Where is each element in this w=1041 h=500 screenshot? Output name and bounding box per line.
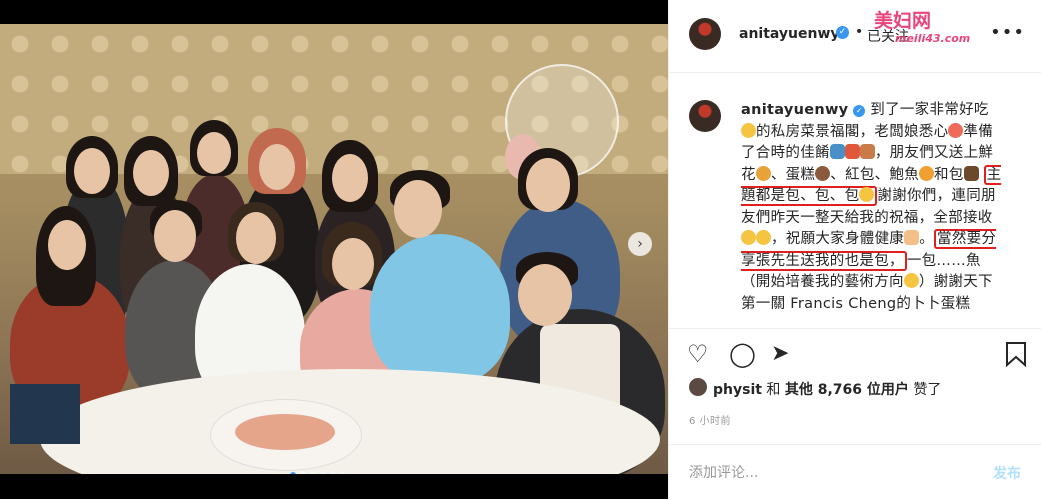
- caption-segment: 、蛋糕: [770, 166, 816, 183]
- person-face: [526, 158, 570, 212]
- noodle-emoji-icon: [859, 144, 875, 159]
- group-photo[interactable]: [0, 24, 668, 474]
- avatar[interactable]: [689, 378, 707, 396]
- cake-emoji-icon: [815, 165, 831, 181]
- laughing-emoji-icon: [859, 187, 875, 202]
- carousel-dots: [290, 472, 346, 474]
- watermark-url: meili43.com: [895, 32, 971, 45]
- likes-text[interactable]: physit 和 其他 8,766 位用户 赞了: [713, 379, 941, 399]
- username-link[interactable]: anitayuenwy: [739, 26, 840, 42]
- comment-form: 发布: [669, 444, 1041, 500]
- fish-emoji-icon: [829, 144, 845, 159]
- person-face: [518, 264, 572, 326]
- post-media: ›: [0, 0, 668, 499]
- likes-summary: physit 和 其他 8,766 位用户 赞了: [669, 372, 1041, 402]
- separator-dot: •: [855, 24, 864, 40]
- liker-username[interactable]: physit: [713, 382, 762, 398]
- post-timestamp[interactable]: 6 小时前: [689, 412, 731, 427]
- avatar[interactable]: [689, 100, 721, 132]
- chevron-right-icon[interactable]: ›: [628, 232, 652, 256]
- abalone-emoji-icon: [919, 165, 935, 181]
- watermark: 美妇网: [874, 10, 932, 32]
- caption: anitayuenwy ✓ 到了一家非常好吃的私房菜景福閣，老闆娘悉心 準備了合時…: [669, 72, 1041, 328]
- person: [370, 234, 510, 384]
- verified-icon: ✓: [853, 105, 866, 117]
- caption-text: anitayuenwy ✓ 到了一家非常好吃的私房菜景福閣，老闆娘悉心 準備了合時…: [741, 100, 1003, 315]
- post-header: anitayuenwy ✓ • 已关注 美妇网 meili43.com •••: [669, 0, 1041, 73]
- person-face: [236, 212, 276, 264]
- bookmark-icon[interactable]: [1005, 341, 1027, 372]
- post-comment-button[interactable]: 发布: [987, 462, 1027, 484]
- person-face: [48, 220, 86, 270]
- avatar[interactable]: [689, 18, 721, 50]
- caption-username[interactable]: anitayuenwy: [741, 102, 848, 118]
- likes-suffix: 赞了: [913, 382, 942, 398]
- share-icon[interactable]: ➤: [771, 341, 789, 367]
- laughing-emoji-icon: [903, 273, 919, 288]
- likes-count[interactable]: 其他 8,766 位用户: [785, 382, 909, 398]
- crab-emoji-icon: [844, 144, 860, 159]
- caption-segment: ，祝願大家身體健康: [771, 231, 905, 247]
- handbag-emoji-icon: [963, 165, 979, 181]
- person-face: [332, 154, 368, 202]
- verified-icon: ✓: [836, 26, 849, 39]
- flexed-arm-emoji-icon: [904, 230, 920, 245]
- caption-segment: 和包: [934, 166, 964, 183]
- post-sidebar: anitayuenwy ✓ • 已关注 美妇网 meili43.com ••• …: [668, 0, 1041, 499]
- heart-icon[interactable]: ♡: [687, 341, 709, 367]
- person-face: [394, 180, 442, 238]
- more-icon[interactable]: •••: [990, 22, 1025, 43]
- comment-icon[interactable]: ◯: [729, 341, 756, 367]
- caption-segment: 、鮑魚: [874, 166, 920, 183]
- person-face: [154, 210, 196, 262]
- likes-connector: 和: [766, 382, 781, 398]
- heart-eyes-emoji-icon: [948, 122, 964, 138]
- caption-segment: 到了一家非常好吃: [870, 102, 989, 118]
- person-face: [133, 150, 169, 196]
- comment-input[interactable]: [687, 459, 971, 487]
- seafood: [235, 414, 335, 450]
- caption-segment: 的私房菜景福閣，老闆娘悉心: [756, 123, 949, 140]
- bouquet-emoji-icon: [755, 165, 771, 181]
- person-face: [74, 148, 110, 194]
- tissue-box: [10, 384, 80, 444]
- yum-emoji-icon: [741, 122, 756, 138]
- person-face: [197, 132, 231, 174]
- kiss-emoji-icon: [741, 230, 756, 245]
- person-face: [332, 238, 374, 290]
- caption-segment: 、紅包: [830, 166, 875, 183]
- caption-segment: 。: [919, 231, 935, 247]
- person-face: [259, 144, 295, 190]
- kiss-emoji-icon: [756, 230, 771, 245]
